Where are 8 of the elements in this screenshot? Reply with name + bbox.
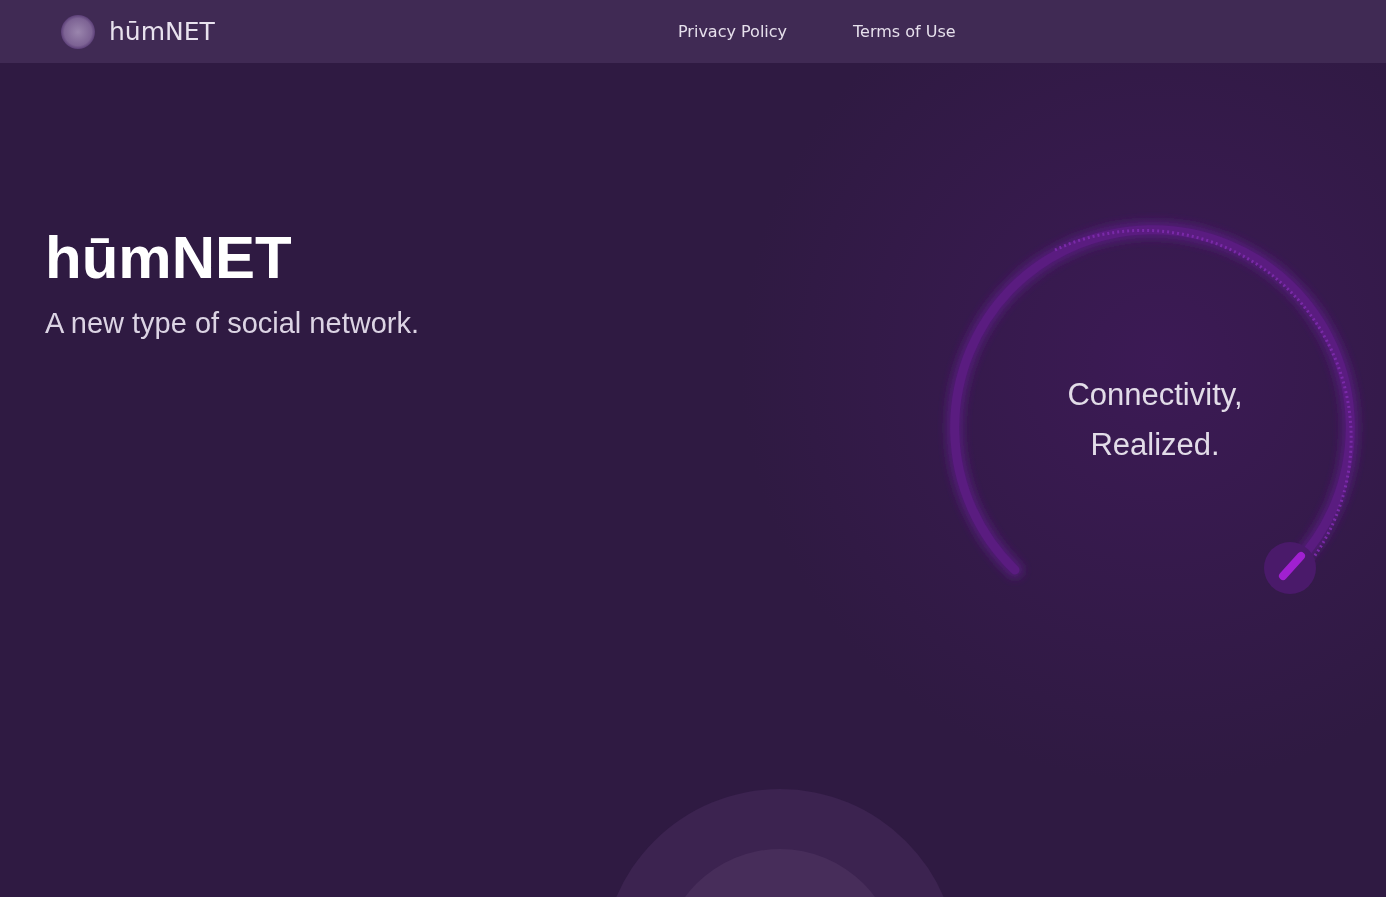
hero-title: hūmNET bbox=[45, 223, 293, 293]
dotted-circle-logo-icon[interactable] bbox=[60, 13, 96, 50]
slogan-line: Realized. bbox=[1090, 427, 1220, 463]
hero-tagline: A new type of social network. bbox=[45, 307, 420, 340]
slogan-line: Connectivity, bbox=[1067, 377, 1243, 413]
brand-name-link[interactable]: hūmNET bbox=[109, 17, 215, 46]
nav-link[interactable]: Privacy Policy bbox=[678, 22, 788, 41]
nav-link[interactable]: Terms of Use bbox=[853, 22, 956, 41]
